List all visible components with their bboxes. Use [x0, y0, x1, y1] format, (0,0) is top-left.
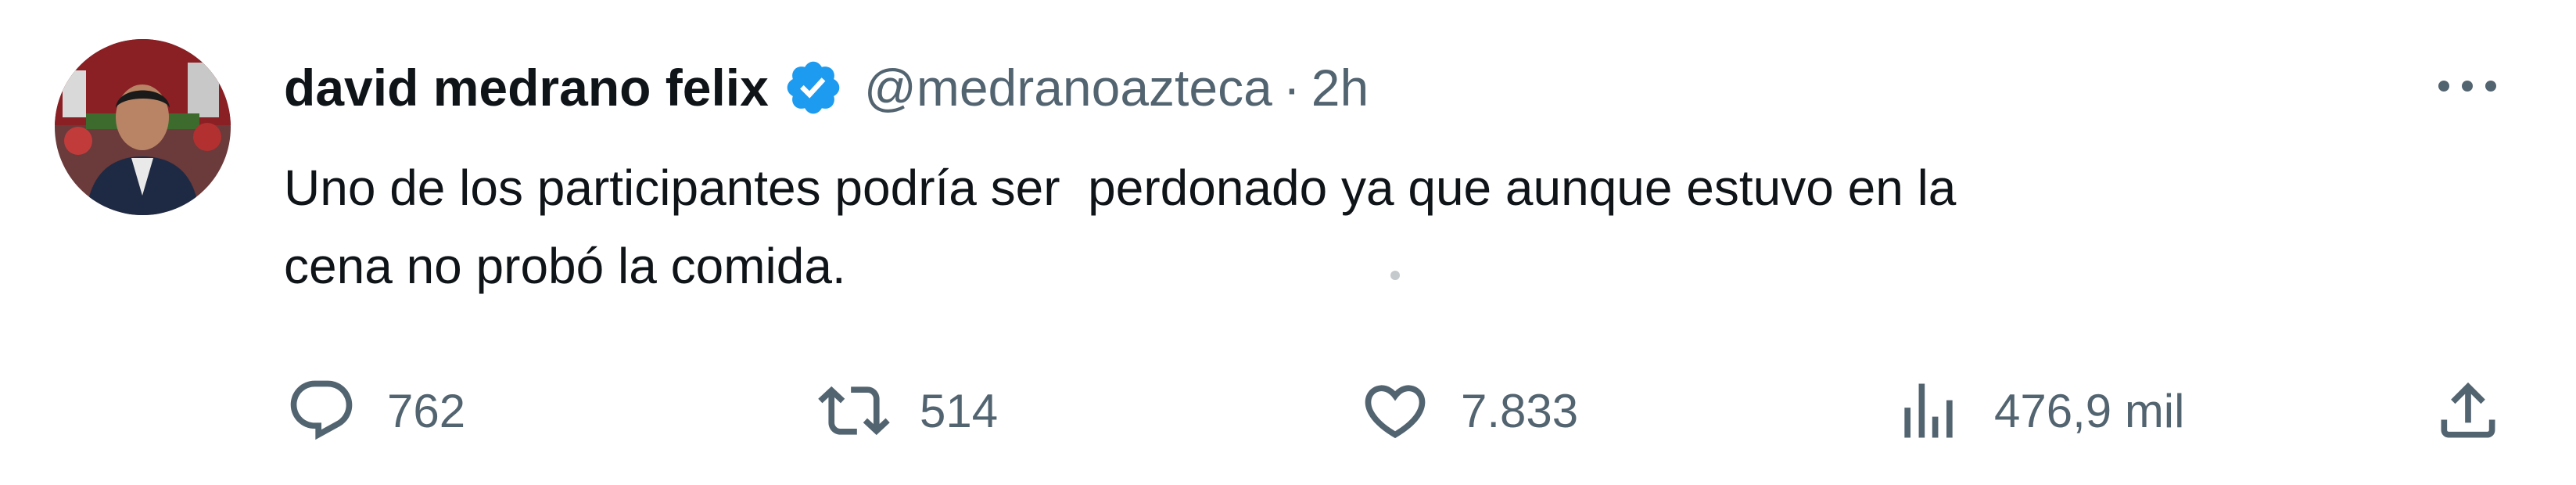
tweet-text: Uno de los participantes podría ser perd… [284, 160, 1957, 294]
tweet-actions: 762 514 7.833 476,9 mil [0, 368, 2576, 454]
tweet-card[interactable]: david medrano felix @medranoazteca · 2h … [0, 0, 2576, 485]
verified-badge-icon [783, 57, 844, 118]
tweet-header: david medrano felix @medranoazteca · 2h [284, 48, 1369, 127]
reply-button[interactable]: 762 [285, 368, 465, 454]
separator-dot: · [1283, 59, 1301, 117]
author-display-name[interactable]: david medrano felix [284, 58, 769, 117]
timestamp[interactable]: 2h [1311, 58, 1369, 117]
retweet-button[interactable]: 514 [818, 368, 998, 454]
more-horizontal-icon [2438, 81, 2496, 92]
decorative-dot [1390, 271, 1400, 280]
more-options-button[interactable] [2424, 55, 2510, 117]
reply-count: 762 [387, 384, 466, 437]
share-button[interactable] [2432, 368, 2504, 454]
heart-icon [1359, 375, 1431, 447]
author-handle[interactable]: @medranoazteca [864, 58, 1272, 117]
avatar[interactable] [55, 39, 231, 215]
share-icon [2432, 375, 2504, 447]
views-chart-icon [1893, 375, 1964, 447]
like-count: 7.833 [1461, 384, 1579, 437]
retweet-icon [818, 375, 890, 447]
retweet-count: 514 [920, 384, 999, 437]
views-count: 476,9 mil [1994, 384, 2185, 437]
like-button[interactable]: 7.833 [1359, 368, 1578, 454]
reply-icon [285, 375, 357, 447]
views-button[interactable]: 476,9 mil [1893, 368, 2184, 454]
